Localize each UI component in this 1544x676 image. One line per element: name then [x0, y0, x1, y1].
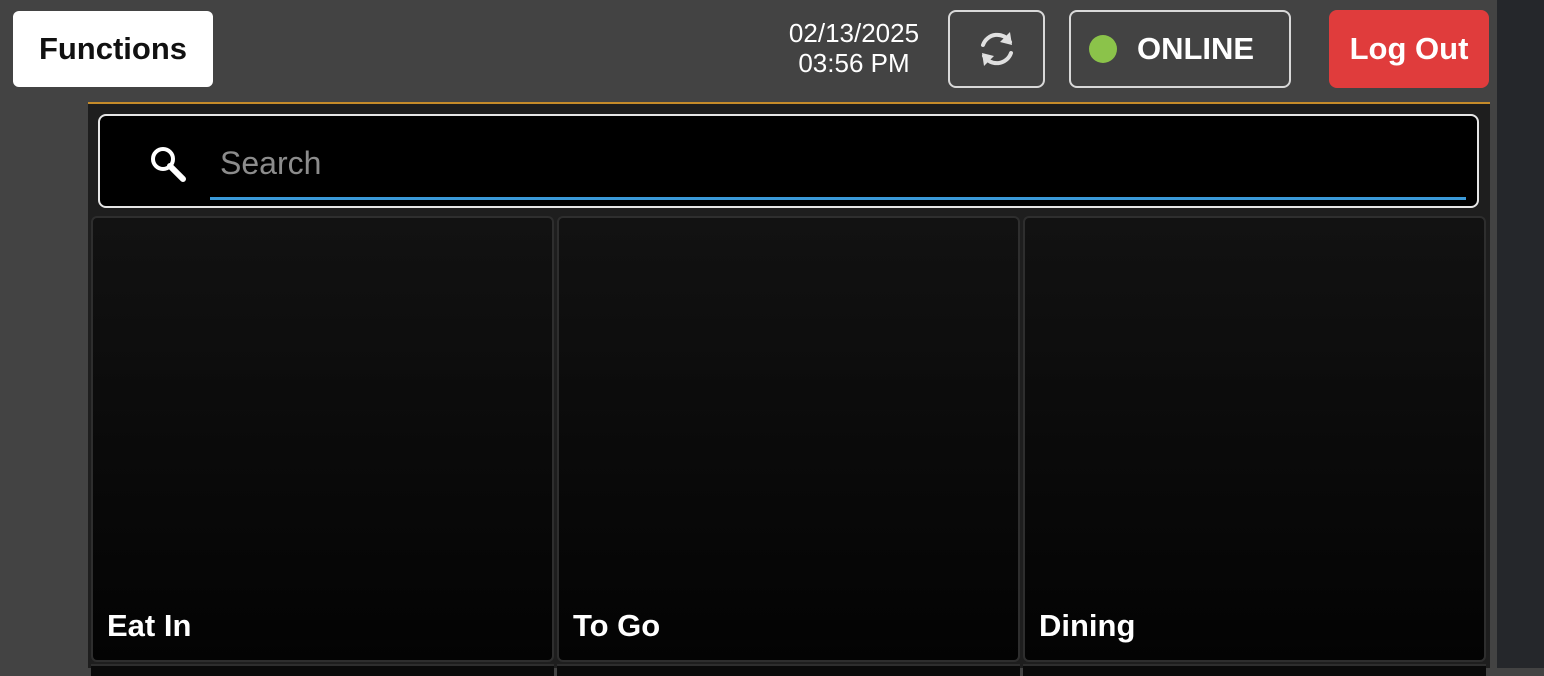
refresh-button[interactable] — [948, 10, 1045, 88]
date-text: 02/13/2025 — [788, 18, 920, 48]
datetime-display: 02/13/2025 03:56 PM — [768, 18, 940, 78]
search-icon — [148, 144, 188, 184]
refresh-icon — [980, 32, 1013, 66]
search-input[interactable] — [210, 130, 1466, 200]
search-bar — [98, 114, 1479, 208]
time-text: 03:56 PM — [798, 48, 910, 78]
right-edge-panel — [1497, 0, 1544, 668]
tile-next-row — [91, 664, 554, 676]
tile-label: Eat In — [107, 608, 192, 643]
tile-dining[interactable]: Dining — [1023, 216, 1486, 662]
status-dot-icon — [1089, 35, 1117, 63]
tile-label: To Go — [573, 608, 661, 643]
tile-eat-in[interactable]: Eat In — [91, 216, 554, 662]
functions-button[interactable]: Functions — [13, 11, 213, 87]
tile-label: Dining — [1039, 608, 1136, 643]
order-type-panel: Eat In To Go Dining — [88, 102, 1490, 676]
tile-to-go[interactable]: To Go — [557, 216, 1020, 662]
connection-status-button[interactable]: ONLINE — [1069, 10, 1291, 88]
status-label: ONLINE — [1137, 31, 1255, 66]
tile-next-row — [1023, 664, 1486, 676]
order-type-tiles: Eat In To Go Dining — [91, 216, 1488, 676]
logout-button[interactable]: Log Out — [1329, 10, 1489, 88]
top-bar: Functions 02/13/2025 03:56 PM ONLINE Log… — [0, 0, 1497, 100]
tile-next-row — [557, 664, 1020, 676]
